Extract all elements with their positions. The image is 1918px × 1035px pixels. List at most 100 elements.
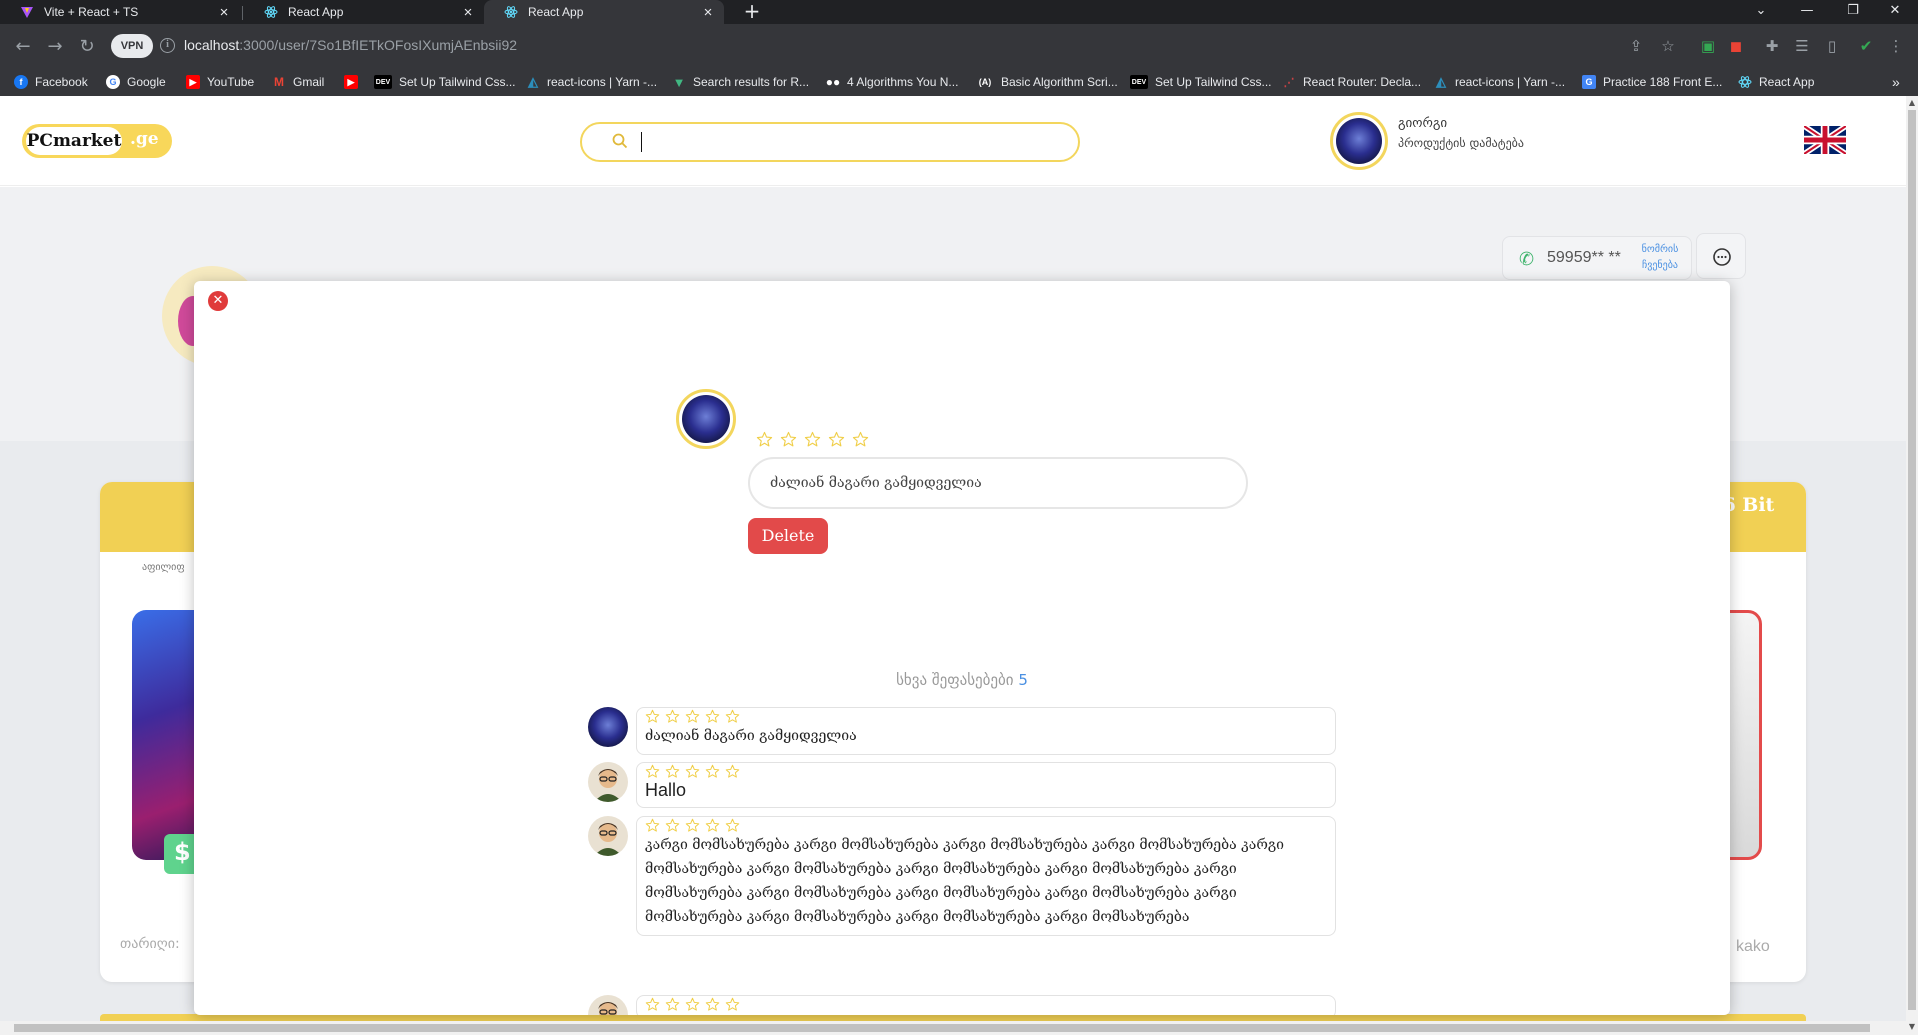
star-icon	[645, 764, 660, 778]
bookmark-google[interactable]: G Google	[106, 73, 166, 91]
chat-bubble-icon	[1713, 248, 1731, 266]
seller-phone: 59959** **	[1547, 249, 1621, 266]
product-owner-label: kako	[1736, 938, 1770, 955]
freecodecamp-icon: (A)	[978, 77, 992, 87]
star-icon	[725, 709, 740, 723]
reload-button[interactable]: ↻	[76, 36, 98, 57]
other-reviews-heading: სხვა შეფასებები 5	[896, 671, 1028, 689]
horizontal-scroll-thumb[interactable]	[14, 1024, 1870, 1032]
bookmark-youtube[interactable]: ▶ YouTube	[186, 73, 254, 91]
yarn-icon: ◭	[1436, 74, 1446, 89]
reviewer-avatar	[588, 762, 628, 802]
star-icon	[725, 818, 740, 832]
tab-vite[interactable]: Vite + React + TS ×	[0, 0, 240, 24]
star-icon	[725, 997, 740, 1011]
star-icon[interactable]	[852, 431, 869, 448]
user-name[interactable]: გიორგი	[1398, 116, 1447, 131]
star-icon	[705, 818, 720, 832]
my-rating-stars[interactable]	[756, 431, 876, 448]
star-icon	[665, 709, 680, 723]
search-icon	[612, 133, 628, 149]
bookmark-algorithms[interactable]: ●● 4 Algorithms You N...	[825, 73, 959, 91]
new-tab-button[interactable]: +	[740, 0, 764, 24]
extension-lock-icon[interactable]: ▣	[1698, 36, 1718, 56]
review-box: Hallo	[636, 762, 1336, 808]
star-icon	[645, 997, 660, 1011]
forward-button[interactable]: →	[44, 36, 66, 57]
reviewer-avatar	[588, 816, 628, 856]
bookmark-facebook[interactable]: f Facebook	[14, 73, 88, 91]
bookmark-react-router[interactable]: ⋰ React Router: Decla...	[1282, 73, 1422, 91]
bookmark-star-icon[interactable]: ☆	[1658, 36, 1678, 56]
close-icon[interactable]: ×	[460, 4, 476, 21]
phone-icon: ✆	[1519, 249, 1535, 270]
bookmark-practice[interactable]: G Practice 188 Front E...	[1582, 73, 1722, 91]
search-input[interactable]	[580, 122, 1080, 162]
tab-react-app-2[interactable]: React App ×	[484, 0, 724, 24]
my-comment-input[interactable]: ძალიან მაგარი გამყიდველია	[748, 457, 1248, 509]
review-box: ძალიან მაგარი გამყიდველია	[636, 707, 1336, 755]
close-icon[interactable]: ×	[216, 4, 232, 21]
chat-button[interactable]	[1696, 233, 1746, 279]
browser-toolbar: ← → ↻ VPN i localhost:3000/user/7So1BfIE…	[0, 24, 1918, 68]
more-bookmarks-chevron-icon[interactable]: »	[1892, 73, 1900, 91]
bookmark-youtube-2[interactable]: ▶	[344, 73, 365, 91]
review-text: კარგი მომსახურება კარგი მომსახურება კარგ…	[645, 837, 1284, 925]
uk-flag-icon[interactable]	[1804, 126, 1846, 154]
delete-review-button[interactable]: Delete	[748, 518, 828, 554]
bookmark-gmail[interactable]: M Gmail	[272, 73, 324, 91]
reading-list-icon[interactable]: ☰	[1792, 36, 1812, 56]
star-icon[interactable]	[780, 431, 797, 448]
product-label: აფილიფ	[142, 562, 185, 573]
vertical-scrollbar[interactable]: ▲ ▼	[1906, 96, 1918, 1035]
bookmark-basic-algorithm[interactable]: (A) Basic Algorithm Scri...	[976, 73, 1118, 91]
back-button[interactable]: ←	[12, 36, 34, 57]
vertical-scroll-thumb[interactable]	[1908, 110, 1916, 1010]
close-icon[interactable]: ×	[700, 4, 716, 21]
bookmark-react-app[interactable]: React App	[1738, 73, 1814, 91]
share-icon[interactable]: ⇪	[1626, 36, 1646, 56]
tab-react-app-1[interactable]: React App ×	[244, 0, 484, 24]
star-icon	[685, 818, 700, 832]
address-bar[interactable]: localhost:3000/user/7So1BfIETkOFosIXumjA…	[184, 37, 517, 53]
bookmark-search-results[interactable]: ▼ Search results for R...	[672, 73, 809, 91]
dev-icon: DEV	[1130, 75, 1148, 89]
extensions-puzzle-icon[interactable]: ✚	[1762, 36, 1782, 56]
tab-search-icon[interactable]: ⌄	[1738, 0, 1784, 24]
side-panel-icon[interactable]: ▯	[1822, 36, 1842, 56]
bookmark-react-icons-2[interactable]: ◭ react-icons | Yarn -...	[1434, 73, 1565, 91]
horizontal-scrollbar[interactable]	[0, 1021, 1906, 1035]
star-icon	[705, 997, 720, 1011]
star-icon	[725, 764, 740, 778]
bookmark-tailwind-1[interactable]: DEV Set Up Tailwind Css...	[374, 73, 516, 91]
bookmarks-bar: f Facebook G Google ▶ YouTube M Gmail ▶ DEV S…	[0, 68, 1918, 96]
minimize-button[interactable]: —	[1784, 0, 1830, 24]
browser-tab-bar: Vite + React + TS × React App × React Ap…	[0, 0, 1918, 24]
reviewer-avatar	[588, 707, 628, 747]
star-icon	[685, 709, 700, 723]
medium-icon: ●●	[825, 75, 841, 89]
bookmark-tailwind-2[interactable]: DEV Set Up Tailwind Css...	[1130, 73, 1272, 91]
site-logo[interactable]: PCmarket .ge	[22, 124, 172, 158]
show-number-link[interactable]: ნომრის ჩვენება	[1635, 242, 1685, 274]
restore-button[interactable]: ❐	[1830, 0, 1876, 24]
youtube-icon: ▶	[344, 75, 358, 89]
user-avatar[interactable]	[1330, 112, 1388, 170]
star-icon[interactable]	[804, 431, 821, 448]
info-icon[interactable]: i	[160, 38, 175, 53]
menu-kebab-icon[interactable]: ⋮	[1886, 36, 1906, 56]
close-modal-button[interactable]: ✕	[208, 291, 228, 311]
scroll-down-arrow-icon[interactable]: ▼	[1908, 1022, 1916, 1031]
vpn-badge[interactable]: VPN	[111, 34, 153, 58]
text-caret	[641, 132, 642, 152]
extension-red-icon[interactable]: ◼	[1726, 36, 1746, 56]
star-icon[interactable]	[756, 431, 773, 448]
web-page: PCmarket .ge გიორგი პროდუქტის დამატება ✆…	[0, 96, 1918, 1035]
react-icon	[504, 5, 518, 19]
scroll-up-arrow-icon[interactable]: ▲	[1908, 98, 1916, 107]
window-close-button[interactable]: ✕	[1872, 0, 1918, 24]
profile-check-icon[interactable]: ✔	[1856, 36, 1876, 56]
star-icon[interactable]	[828, 431, 845, 448]
add-product-link[interactable]: პროდუქტის დამატება	[1398, 136, 1524, 150]
bookmark-react-icons-1[interactable]: ◭ react-icons | Yarn -...	[526, 73, 657, 91]
